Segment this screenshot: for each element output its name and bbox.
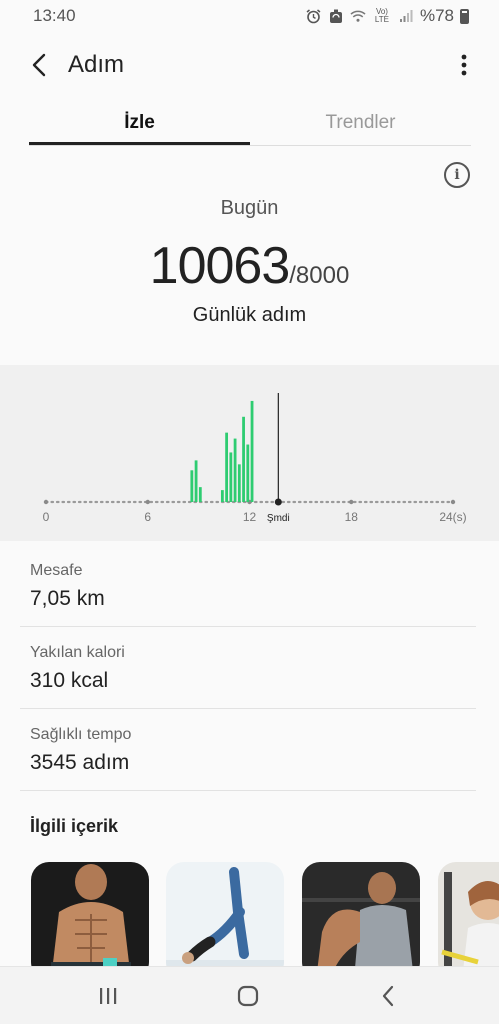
chart-tick-label: 0 xyxy=(43,510,50,524)
chart-bar xyxy=(220,490,224,502)
related-card-woman[interactable] xyxy=(438,862,499,966)
related-content-carousel[interactable] xyxy=(31,862,499,966)
metric-calories: Yakılan kalori 310 kcal xyxy=(20,627,476,709)
battery-icon xyxy=(460,8,469,24)
steps-caption: Günlük adım xyxy=(192,304,307,326)
page-title: Adım xyxy=(68,51,125,78)
more-vert-icon xyxy=(461,54,467,76)
status-icons: Vo) LTE %78 xyxy=(306,6,469,26)
metric-distance: Mesafe 7,05 km xyxy=(20,545,476,627)
app-bar: Adım xyxy=(0,40,499,90)
related-content-title: İlgili içerik xyxy=(30,816,119,836)
chart-tick-mark xyxy=(349,499,354,505)
related-card-yoga[interactable] xyxy=(166,862,284,966)
chart-tick-mark xyxy=(43,499,49,505)
tab-izle[interactable]: İzle xyxy=(29,100,250,145)
status-time: 13:40 xyxy=(33,6,76,25)
wifi-icon xyxy=(350,8,366,24)
metrics-list: Mesafe 7,05 km Yakılan kalori 310 kcal S… xyxy=(20,545,476,791)
chart-tick-label: 6 xyxy=(144,510,151,524)
hourly-steps-chart: 0 6 12 Şmdi 18 24(s) xyxy=(0,365,499,541)
chart-bar xyxy=(194,460,198,502)
sync-icon xyxy=(328,8,344,24)
chart-now-label: Şmdi xyxy=(267,513,290,524)
chart-bar xyxy=(190,470,194,502)
chart-tick-label: 12 xyxy=(243,510,257,524)
alarm-icon xyxy=(306,8,322,24)
metric-value: 3545 adım xyxy=(30,751,130,774)
signal-icon xyxy=(398,8,414,24)
chart-tick-label: 24(s) xyxy=(439,510,466,524)
recent-apps-icon xyxy=(100,988,117,1004)
nav-back-button[interactable] xyxy=(368,981,408,1011)
status-bar: 13:40 Vo) LTE %78 xyxy=(0,0,499,32)
back-icon xyxy=(382,985,394,1007)
home-button[interactable] xyxy=(228,981,268,1011)
chart-tick-mark xyxy=(450,499,456,505)
metric-value: 7,05 km xyxy=(30,587,105,610)
recent-apps-button[interactable] xyxy=(88,981,128,1011)
metric-healthy-pace: Sağlıklı tempo 3545 adım xyxy=(20,709,476,791)
period-label: Bugün xyxy=(220,197,279,219)
back-button[interactable] xyxy=(26,50,52,80)
metric-label: Mesafe xyxy=(30,562,83,579)
chart-bar xyxy=(237,464,241,502)
metric-label: Yakılan kalori xyxy=(30,644,125,661)
chart-bar xyxy=(250,400,254,502)
gym-woman-photo xyxy=(438,862,499,966)
more-options-button[interactable] xyxy=(457,50,471,80)
chart-bar xyxy=(229,452,233,502)
battery-level: %78 xyxy=(419,6,454,25)
tab-bar: İzle Trendler xyxy=(29,100,471,146)
chart-tick-mark xyxy=(145,499,150,505)
metric-label: Sağlıklı tempo xyxy=(30,726,132,743)
related-card-gym[interactable] xyxy=(302,862,420,966)
chart-bar xyxy=(246,444,250,502)
steps-count: 10063 xyxy=(149,237,291,295)
related-card-abs[interactable] xyxy=(31,862,149,966)
chart-now-marker xyxy=(274,498,282,506)
yoga-bridge-photo xyxy=(166,862,284,966)
steps-goal: /8000 xyxy=(289,262,350,289)
metric-value: 310 kcal xyxy=(30,669,109,692)
home-icon xyxy=(237,985,259,1007)
back-arrow-icon xyxy=(32,53,46,77)
info-button[interactable]: i xyxy=(444,162,470,188)
gym-tanktop-photo xyxy=(302,862,420,966)
network-type: Vo) LTE xyxy=(374,7,389,24)
chart-bar xyxy=(198,487,202,502)
chart-tick-label: 18 xyxy=(345,510,359,524)
steps-summary: 10063/8000 xyxy=(0,236,499,296)
tab-trendler[interactable]: Trendler xyxy=(250,100,471,145)
info-icon: i xyxy=(454,167,460,183)
chart-svg: 0 6 12 Şmdi 18 24(s) xyxy=(43,393,467,524)
chart-bar xyxy=(242,416,245,502)
system-nav-bar xyxy=(0,966,499,1024)
abs-fitness-photo xyxy=(31,862,149,966)
chart-bar xyxy=(233,438,237,502)
chart-bar xyxy=(225,432,229,502)
